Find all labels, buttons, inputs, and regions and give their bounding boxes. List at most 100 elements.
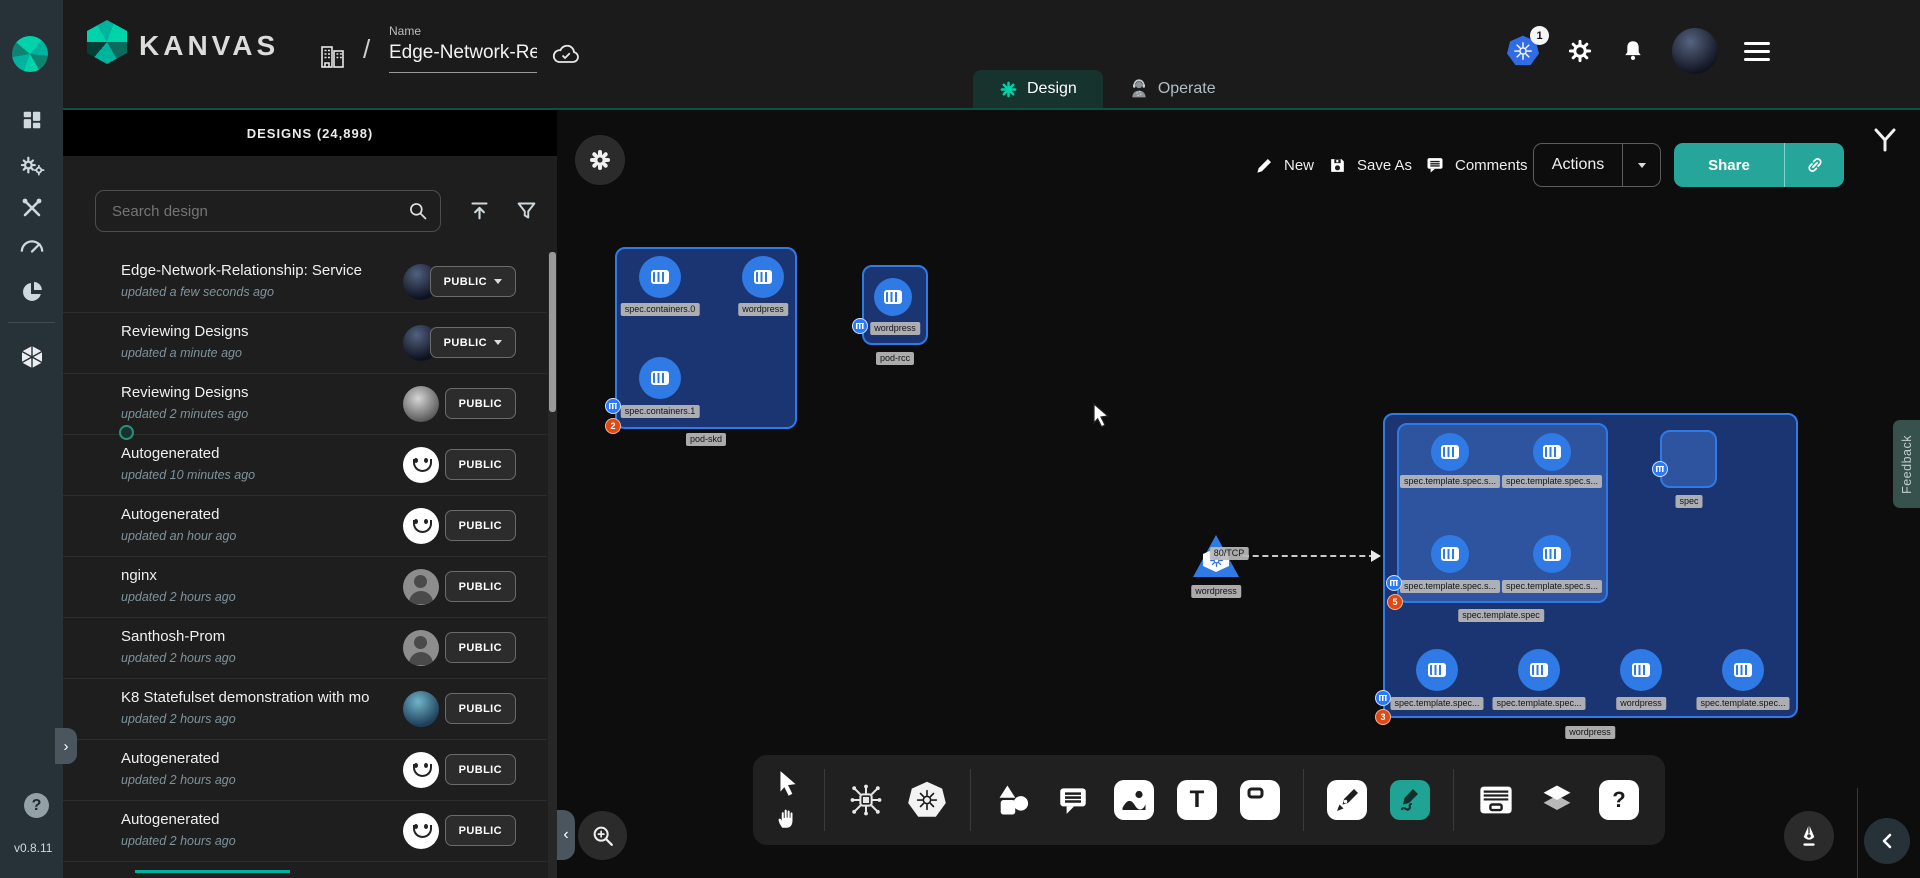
tab-operate[interactable]: Operate <box>1103 70 1242 108</box>
visibility-chip[interactable]: PUBLIC <box>445 815 516 846</box>
window-tool[interactable] <box>1240 780 1280 820</box>
visibility-chip[interactable]: PUBLIC <box>445 510 516 541</box>
actions-button[interactable]: Actions <box>1533 143 1661 187</box>
help-button[interactable]: ? <box>24 793 49 818</box>
operator-headset-icon <box>1129 79 1149 99</box>
node-template-container[interactable] <box>1431 535 1469 573</box>
design-owner-avatar <box>403 508 439 544</box>
text-tool[interactable]: T <box>1177 780 1217 820</box>
actions-dropdown-toggle[interactable] <box>1622 144 1660 186</box>
panel-collapse-button[interactable]: ‹ <box>557 810 575 860</box>
layers-tool[interactable] <box>1538 782 1576 818</box>
save-as-label: Save As <box>1357 157 1412 174</box>
design-list-item[interactable]: Autogenerated updated 10 minutes ago PUB… <box>63 435 547 496</box>
menu-hamburger-icon[interactable] <box>1744 42 1770 61</box>
share-button[interactable]: Share <box>1674 143 1844 187</box>
tab-design-label: Design <box>1027 80 1077 98</box>
component-tool[interactable] <box>848 782 884 818</box>
designs-panel-title: DESIGNS (24,898) <box>63 110 557 156</box>
node-wordpress-container[interactable] <box>742 256 784 298</box>
user-avatar[interactable] <box>1672 28 1718 74</box>
image-tool[interactable] <box>1114 780 1154 820</box>
kubernetes-context-button[interactable]: 1 <box>1506 35 1540 67</box>
group-label: spec <box>1675 495 1702 508</box>
search-icon[interactable] <box>408 201 428 221</box>
node-template-container[interactable] <box>1533 535 1571 573</box>
filter-funnel-icon[interactable] <box>516 200 537 221</box>
node-template-container[interactable] <box>1518 649 1560 691</box>
design-list-item[interactable]: nginx updated 2 hours ago PUBLIC <box>63 557 547 618</box>
design-list-item[interactable]: Reviewing Designs updated a minute ago P… <box>63 313 547 374</box>
visibility-chip[interactable]: PUBLIC <box>445 693 516 724</box>
visibility-chip[interactable]: PUBLIC <box>445 632 516 663</box>
group-spec-template-spec[interactable] <box>1397 423 1608 603</box>
import-design-icon[interactable] <box>469 200 490 221</box>
node-wordpress-container[interactable] <box>1620 649 1662 691</box>
meshery-logo-icon[interactable] <box>12 36 48 72</box>
design-search-input[interactable] <box>110 202 408 221</box>
group-spec[interactable] <box>1660 430 1717 488</box>
help-tool[interactable]: ? <box>1599 780 1639 820</box>
node-spec-containers-0[interactable] <box>639 256 681 298</box>
error-count-badge[interactable]: 2 <box>605 418 621 434</box>
annotation-pen-button[interactable] <box>1784 811 1834 861</box>
design-list-item[interactable]: Autogenerated updated 2 hours ago PUBLIC <box>63 740 547 801</box>
zoom-button[interactable] <box>578 811 627 860</box>
save-as-button[interactable]: Save As <box>1328 143 1412 187</box>
error-count-badge[interactable]: 3 <box>1375 709 1391 725</box>
visibility-chip[interactable]: PUBLIC <box>430 327 516 358</box>
dock-toggle-button[interactable] <box>575 135 625 185</box>
sidebar-item-kanvas[interactable] <box>0 340 63 374</box>
design-list-scrollbar[interactable] <box>548 252 557 878</box>
error-count-badge[interactable]: 5 <box>1387 594 1403 610</box>
design-list-item[interactable]: Autogenerated updated an hour ago PUBLIC <box>63 496 547 557</box>
node-template-container[interactable] <box>1533 433 1571 471</box>
comment-tool[interactable] <box>1055 783 1091 817</box>
organization-icon[interactable] <box>319 40 347 75</box>
node-wordpress-container[interactable] <box>874 278 912 316</box>
shapes-tool[interactable] <box>994 782 1032 818</box>
sidebar-expand-button[interactable]: › <box>55 728 77 764</box>
notifications-bell-icon[interactable] <box>1620 37 1646 65</box>
design-name-input[interactable] <box>389 38 537 73</box>
sketch-tool[interactable] <box>1390 780 1430 820</box>
select-cursor-tool[interactable] <box>775 769 801 797</box>
design-list-item[interactable]: Reviewing Designs updated 2 minutes ago … <box>63 374 547 435</box>
node-spec-containers-1[interactable] <box>639 357 681 399</box>
drawer-tool[interactable] <box>1477 783 1515 817</box>
sidebar-item-toolkit[interactable] <box>0 191 63 225</box>
visibility-chip[interactable]: PUBLIC <box>445 388 516 419</box>
design-list-item[interactable]: Edge-Network-Relationship: Service updat… <box>63 252 547 313</box>
service-edge[interactable] <box>1243 555 1375 557</box>
sidebar-item-performance[interactable] <box>0 229 63 263</box>
pan-hand-tool[interactable] <box>775 805 801 831</box>
comments-button[interactable]: Comments <box>1425 143 1528 187</box>
kubernetes-tool[interactable] <box>907 781 947 819</box>
node-template-container[interactable] <box>1722 649 1764 691</box>
sidebar-item-dashboard[interactable] <box>0 103 63 137</box>
tab-design[interactable]: Design <box>973 70 1103 108</box>
pen-tool[interactable] <box>1327 780 1367 820</box>
design-list-item[interactable]: Santhosh-Prom updated 2 hours ago PUBLIC <box>63 618 547 679</box>
sidebar-item-extensions[interactable] <box>0 275 63 309</box>
visibility-chip[interactable]: PUBLIC <box>445 754 516 785</box>
zoom-in-icon <box>590 823 616 849</box>
node-label: spec.template.spec.s... <box>1502 475 1602 488</box>
container-icon <box>1734 663 1752 677</box>
visibility-chip[interactable]: PUBLIC <box>445 571 516 602</box>
copy-link-button[interactable] <box>1784 143 1844 187</box>
visibility-chip[interactable]: PUBLIC <box>430 266 516 297</box>
node-template-container[interactable] <box>1416 649 1458 691</box>
node-template-container[interactable] <box>1431 433 1469 471</box>
visibility-chip[interactable]: PUBLIC <box>445 449 516 480</box>
settings-gear-icon[interactable] <box>1566 37 1594 65</box>
sidebar-item-lifecycle[interactable] <box>0 149 63 183</box>
design-title: Reviewing Designs <box>121 323 391 340</box>
design-list-item[interactable]: K8 Statefulset demonstration with mo upd… <box>63 679 547 740</box>
feedback-tab[interactable]: Feedback <box>1893 420 1920 508</box>
hierarchy-icon[interactable] <box>1872 126 1898 159</box>
edge-arrowhead-icon <box>1371 550 1381 562</box>
new-button[interactable]: New <box>1255 143 1314 187</box>
design-list-item[interactable]: Autogenerated updated 2 hours ago PUBLIC <box>63 801 547 862</box>
collapse-right-button[interactable] <box>1864 818 1910 864</box>
